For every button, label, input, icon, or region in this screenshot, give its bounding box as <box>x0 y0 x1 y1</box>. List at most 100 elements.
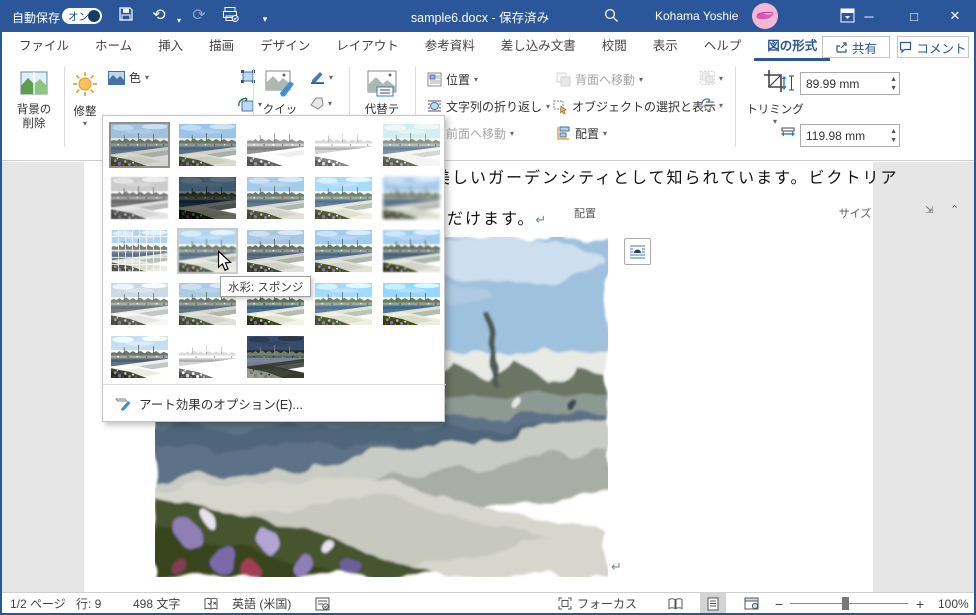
tab-校閲[interactable]: 校閲 <box>589 32 640 61</box>
effect-thumb-プラスチック[interactable] <box>381 281 442 327</box>
language-indicator[interactable]: 英語 (米国) <box>232 593 291 614</box>
effect-thumb-ガラス[interactable] <box>381 228 442 274</box>
zoom-in-button[interactable]: + <box>916 593 924 614</box>
quick-styles-icon <box>265 70 294 97</box>
wrap-text-button[interactable]: 文字列の折り返し ▾ <box>427 98 550 115</box>
effect-thumb-パステル: 滑らか[interactable] <box>313 281 374 327</box>
effect-thumb-コピー[interactable] <box>177 334 238 380</box>
width-spin-down-icon[interactable]: ▼ <box>890 137 897 144</box>
tab-ヘルプ[interactable]: ヘルプ <box>691 32 755 61</box>
mouse-cursor <box>216 250 234 272</box>
close-button[interactable]: ✕ <box>934 0 976 32</box>
effect-thumb-カットアウト[interactable] <box>109 334 170 380</box>
comments-button[interactable]: コメント <box>897 36 969 58</box>
group-button: ▾ <box>700 71 723 85</box>
autosave-toggle[interactable]: オン <box>62 8 102 24</box>
maximize-button[interactable]: □ <box>893 0 935 32</box>
height-spin-down-icon[interactable]: ▼ <box>890 85 897 92</box>
height-field[interactable]: 89.99 mm ▲ ▼ <box>800 72 900 95</box>
height-spin-up-icon[interactable]: ▲ <box>890 76 897 83</box>
crop-button[interactable]: トリミング ▾ <box>744 67 806 157</box>
undo-icon[interactable]: ⟲ <box>148 6 170 26</box>
proofing-icon[interactable] <box>204 593 219 614</box>
effect-thumb-なし[interactable] <box>109 122 170 168</box>
line-indicator[interactable]: 行: 9 <box>76 593 101 614</box>
tab-ファイル[interactable]: ファイル <box>6 32 82 61</box>
selection-pane-icon <box>553 100 567 114</box>
web-layout-button[interactable] <box>738 593 764 614</box>
rotate-button[interactable]: ▾ <box>700 98 723 112</box>
search-icon[interactable] <box>604 8 626 28</box>
qat-customize-chevron-icon[interactable]: ▾ <box>254 9 276 29</box>
effect-thumb-鉛筆: グレースケール[interactable] <box>245 122 306 168</box>
share-label: 共有 <box>851 41 877 56</box>
effect-thumb-セメント[interactable] <box>109 281 170 327</box>
effect-thumb-ペイント: ブラシ[interactable] <box>245 175 306 221</box>
change-picture-icon <box>238 97 254 112</box>
tab-図の形式[interactable]: 図の形式 <box>754 32 831 61</box>
tab-描画[interactable]: 描画 <box>196 32 247 61</box>
crop-label: トリミング <box>746 104 804 116</box>
size-dialog-launcher-icon[interactable]: ⇲ <box>925 205 933 216</box>
effect-thumb-マーカー[interactable] <box>177 122 238 168</box>
artistic-effects-options-item[interactable]: アート効果のオプション(E)... <box>103 388 444 418</box>
picture-effects-button[interactable]: ▾ <box>310 97 332 110</box>
corrections-button[interactable]: 修整 ▾ <box>68 67 102 157</box>
tab-挿入[interactable]: 挿入 <box>145 32 196 61</box>
effect-thumb-線画[interactable] <box>381 122 442 168</box>
send-backward-label: 背面へ移動 <box>575 73 636 87</box>
minimize-button[interactable]: ─ <box>848 0 890 32</box>
effect-thumb-チョーク: スケッチ[interactable] <box>109 175 170 221</box>
word-window: { "titlebar": { "autosave_label": "自動保存"… <box>0 0 976 615</box>
tab-参考資料[interactable]: 参考資料 <box>412 32 488 61</box>
tab-表示[interactable]: 表示 <box>640 32 691 61</box>
align-button[interactable]: 配置 ▾ <box>556 125 607 142</box>
user-name[interactable]: Kohama Yoshie <box>655 9 738 23</box>
share-button[interactable]: 共有 <box>822 36 890 58</box>
selection-pane-button[interactable]: オブジェクトの選択と表示 <box>553 98 716 115</box>
effect-thumb-ぼかし[interactable] <box>381 175 442 221</box>
effect-thumb-ペイント: 描線[interactable] <box>177 175 238 221</box>
redo-icon: ⟳ <box>192 7 206 24</box>
autosave-label: 自動保存 <box>12 11 61 25</box>
width-icon <box>780 127 796 141</box>
send-backward-icon <box>556 72 571 87</box>
focus-button[interactable]: フォーカス <box>558 593 637 614</box>
layout-options-button[interactable] <box>624 238 651 265</box>
width-spin-up-icon[interactable]: ▲ <box>890 128 897 135</box>
collapse-ribbon-icon[interactable]: ⌃ <box>950 203 959 216</box>
tab-デザイン[interactable]: デザイン <box>247 32 323 61</box>
align-icon <box>557 126 570 140</box>
comments-label: コメント <box>916 41 967 56</box>
effect-thumb-光彩: 輪郭[interactable] <box>245 334 306 380</box>
picture-border-button[interactable]: ▾ <box>310 71 333 84</box>
remove-background-button[interactable]: 背景の 削除 <box>8 67 60 157</box>
zoom-slider-track[interactable] <box>790 603 908 604</box>
effect-thumb-鉛筆: スケッチ[interactable] <box>313 122 374 168</box>
word-count[interactable]: 498 文字 <box>133 593 180 614</box>
color-button[interactable]: 色 ▾ <box>108 69 149 86</box>
effect-thumb-モザイク: バブル[interactable] <box>313 228 374 274</box>
position-label: 位置 <box>446 73 471 87</box>
tab-ホーム[interactable]: ホーム <box>82 32 145 61</box>
page-indicator[interactable]: 1/2 ページ <box>10 593 66 614</box>
undo-chevron-icon[interactable]: ▾ <box>168 11 190 31</box>
effect-thumb-光彩: 拡散[interactable] <box>313 175 374 221</box>
picture-effects-icon <box>310 97 324 110</box>
save-icon[interactable] <box>118 6 140 26</box>
zoom-slider-thumb[interactable] <box>842 597 849 610</box>
ribbon-tab-row: ファイル ホーム 挿入 描画 デザイン レイアウト 参考資料 差し込み文書 校閲 表示 ヘルプ 図の形… <box>0 32 976 61</box>
position-button[interactable]: 位置 ▾ <box>427 71 478 88</box>
tab-差し込み文書[interactable]: 差し込み文書 <box>488 32 589 61</box>
tab-レイアウト[interactable]: レイアウト <box>323 32 412 61</box>
zoom-level[interactable]: 100% <box>938 593 969 614</box>
width-field[interactable]: 119.98 mm ▲ ▼ <box>800 124 900 147</box>
editor-icon[interactable] <box>315 593 330 614</box>
print-layout-button[interactable] <box>700 593 726 614</box>
read-mode-button[interactable] <box>662 593 688 614</box>
effect-thumb-ライト スクリーン[interactable] <box>109 228 170 274</box>
avatar[interactable] <box>752 3 778 29</box>
effect-thumb-フィルム粒子[interactable] <box>245 228 306 274</box>
zoom-out-button[interactable]: − <box>775 593 783 614</box>
print-icon[interactable] <box>222 6 244 26</box>
